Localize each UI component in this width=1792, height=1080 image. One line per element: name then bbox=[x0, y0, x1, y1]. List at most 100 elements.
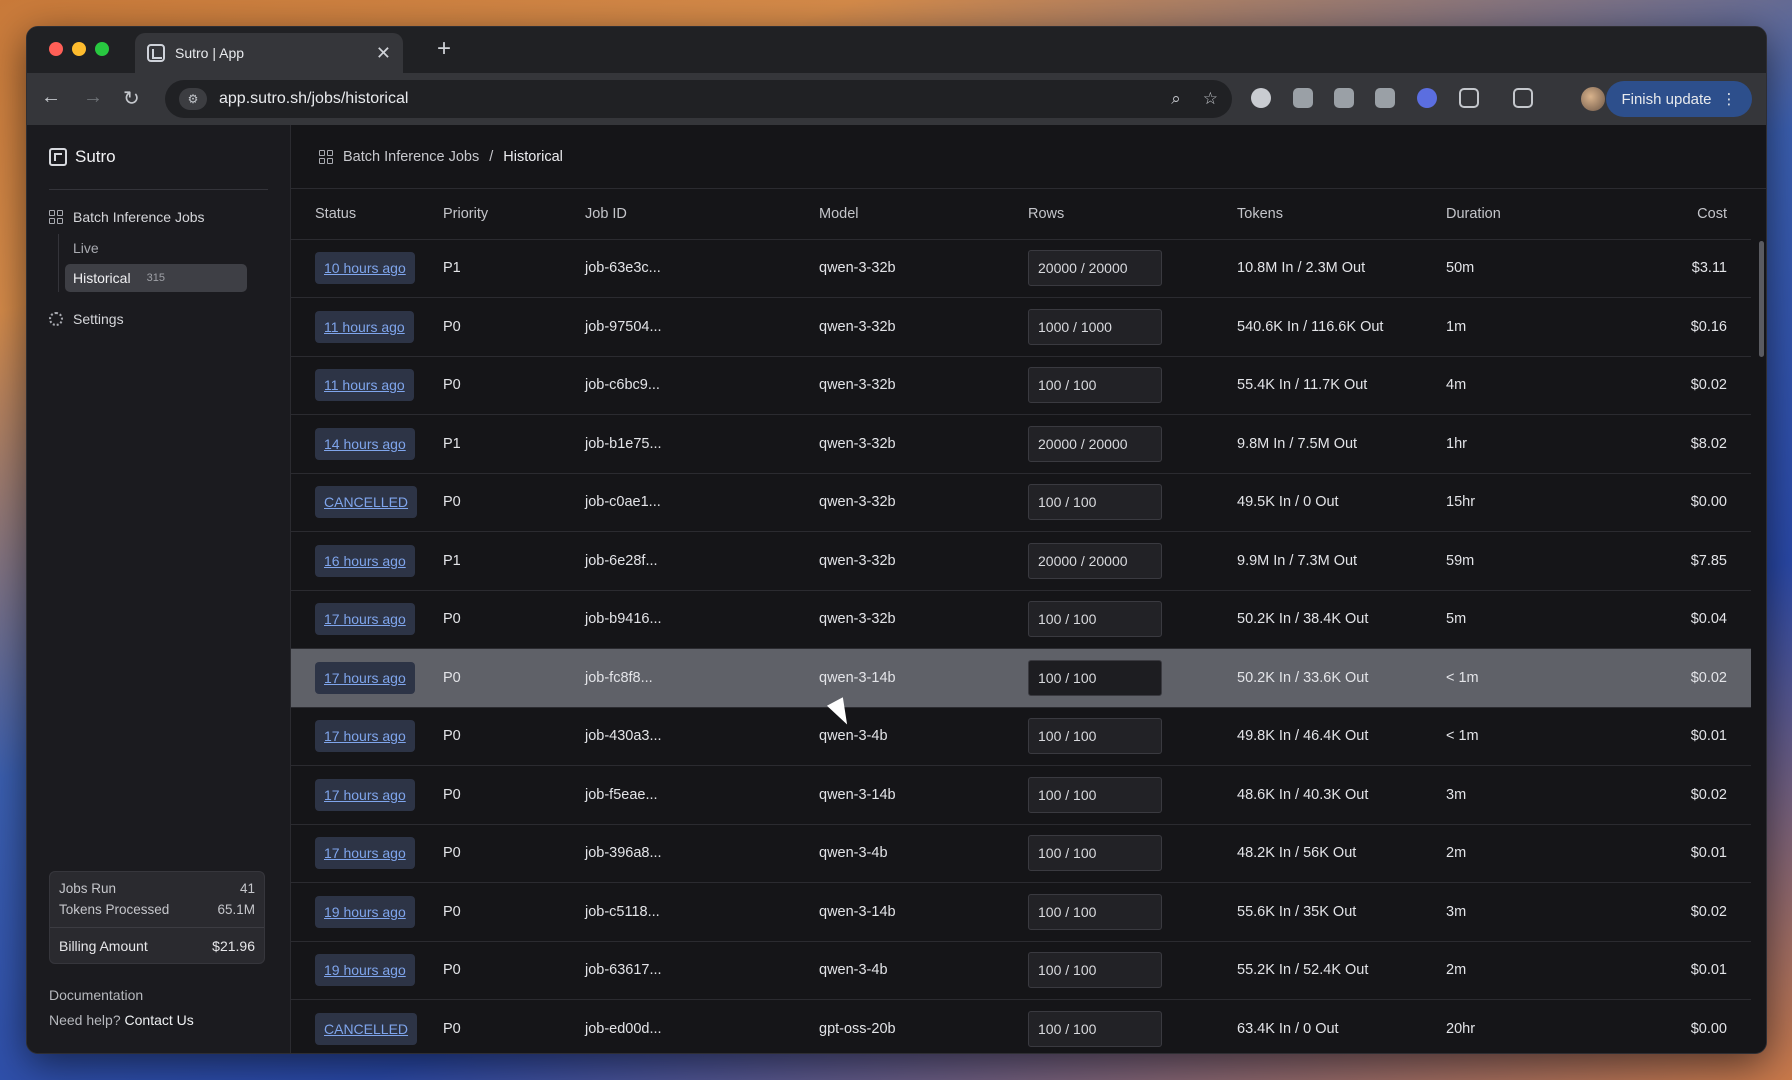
rows-cell: 100 / 100 bbox=[1028, 648, 1237, 708]
close-window-button[interactable] bbox=[49, 42, 63, 56]
puzzle-extensions-icon[interactable] bbox=[1459, 88, 1479, 108]
extension-icon[interactable] bbox=[1251, 88, 1271, 108]
table-row[interactable]: 19 hours ago P0 job-c5118... qwen-3-14b 100 … bbox=[291, 882, 1751, 942]
back-arrow-icon[interactable]: ← bbox=[41, 86, 61, 109]
forward-arrow-icon[interactable]: → bbox=[83, 86, 103, 109]
bookmark-star-icon[interactable]: ☆ bbox=[1203, 89, 1218, 109]
site-info-icon[interactable]: ⚙ bbox=[179, 88, 207, 110]
table-row[interactable]: 10 hours ago P1 job-63e3c... qwen-3-32b 2000… bbox=[291, 239, 1751, 298]
duration-cell: 5m bbox=[1446, 590, 1576, 649]
minimize-window-button[interactable] bbox=[72, 42, 86, 56]
table-row[interactable]: 11 hours ago P0 job-97504... qwen-3-32b 1000… bbox=[291, 297, 1751, 357]
job-id-text: job-b1e75... bbox=[585, 435, 662, 452]
status-link[interactable]: 19 hours ago bbox=[315, 895, 415, 928]
status-link[interactable]: 17 hours ago bbox=[315, 661, 415, 694]
tab-search-icon[interactable] bbox=[1513, 88, 1533, 108]
column-header[interactable]: Job ID bbox=[585, 189, 819, 240]
column-header[interactable]: Tokens bbox=[1237, 189, 1446, 240]
table-scrollbar[interactable] bbox=[1759, 241, 1764, 357]
address-bar[interactable]: ⚙ app.sutro.sh/jobs/historical ⌕ ☆ bbox=[165, 80, 1232, 118]
profile-avatar[interactable] bbox=[1581, 87, 1605, 111]
status-link[interactable]: 16 hours ago bbox=[315, 544, 415, 577]
sidebar-item-live[interactable]: Live bbox=[65, 234, 290, 262]
table-row[interactable]: 17 hours ago P0 job-430a3... qwen-3-4b 100 /… bbox=[291, 707, 1751, 766]
contact-us-link[interactable]: Contact Us bbox=[125, 1012, 194, 1028]
priority-text: P0 bbox=[443, 845, 461, 862]
reload-icon[interactable]: ↻ bbox=[123, 86, 140, 111]
table-row[interactable]: 11 hours ago P0 job-c6bc9... qwen-3-32b 100 … bbox=[291, 356, 1751, 415]
close-tab-icon[interactable]: ✕ bbox=[376, 43, 391, 64]
rows-cell: 100 / 100 bbox=[1028, 882, 1237, 942]
priority-cell: P0 bbox=[443, 648, 585, 708]
table-row[interactable]: CANCELLED P0 job-c0ae1... qwen-3-32b 100 / 1… bbox=[291, 473, 1751, 532]
column-header[interactable]: Rows bbox=[1028, 189, 1237, 240]
column-header[interactable]: Status bbox=[291, 189, 443, 240]
sidebar-divider bbox=[49, 189, 268, 190]
rows-progress-box: 100 / 100 bbox=[1028, 893, 1162, 930]
status-link[interactable]: CANCELLED bbox=[315, 1012, 418, 1045]
column-header[interactable]: Priority bbox=[443, 189, 585, 240]
model-cell: qwen-3-14b bbox=[819, 882, 1028, 942]
table-row[interactable]: 17 hours ago P0 job-b9416... qwen-3-32b 100 … bbox=[291, 590, 1751, 649]
table-row[interactable]: 17 hours ago P0 job-fc8f8... qwen-3-14b 100 … bbox=[291, 648, 1751, 708]
table-row[interactable]: 19 hours ago P0 job-63617... qwen-3-4b 100 /… bbox=[291, 941, 1751, 1000]
extension-icon[interactable] bbox=[1334, 88, 1354, 108]
cost-text: $0.02 bbox=[1690, 903, 1727, 920]
sidebar-item-label: Live bbox=[73, 240, 99, 256]
new-tab-icon[interactable]: + bbox=[437, 35, 451, 63]
stat-billing-amount: Billing Amount $21.96 bbox=[59, 935, 255, 957]
sidebar-item-historical[interactable]: Historical 315 bbox=[65, 264, 247, 292]
extension-icon[interactable] bbox=[1417, 88, 1437, 108]
zoom-icon[interactable]: ⌕ bbox=[1171, 89, 1181, 109]
sidebar-item-settings[interactable]: Settings bbox=[27, 304, 290, 334]
breadcrumb-parent[interactable]: Batch Inference Jobs bbox=[343, 149, 479, 165]
column-header[interactable]: Model bbox=[819, 189, 1028, 240]
status-link[interactable]: 14 hours ago bbox=[315, 427, 415, 460]
duration-cell: 15hr bbox=[1446, 473, 1576, 532]
jobs-table-body: 10 hours ago P1 job-63e3c... qwen-3-32b 2000… bbox=[291, 239, 1751, 1053]
tokens-cell: 540.6K In / 116.6K Out bbox=[1237, 297, 1446, 357]
model-text: qwen-3-32b bbox=[819, 435, 896, 452]
browser-tab[interactable]: Sutro | App ✕ bbox=[135, 33, 403, 73]
priority-cell: P0 bbox=[443, 473, 585, 532]
documentation-link[interactable]: Documentation bbox=[49, 983, 194, 1008]
status-link[interactable]: CANCELLED bbox=[315, 486, 418, 519]
finish-update-button[interactable]: Finish update ⋮ bbox=[1606, 81, 1752, 117]
column-header[interactable]: Duration bbox=[1446, 189, 1576, 240]
table-row[interactable]: 16 hours ago P1 job-6e28f... qwen-3-32b 2000… bbox=[291, 531, 1751, 591]
duration-cell: 50m bbox=[1446, 239, 1576, 298]
model-cell: qwen-3-14b bbox=[819, 765, 1028, 825]
cost-text: $0.00 bbox=[1690, 494, 1727, 511]
status-link[interactable]: 11 hours ago bbox=[315, 369, 414, 402]
status-link[interactable]: 17 hours ago bbox=[315, 720, 415, 753]
priority-cell: P0 bbox=[443, 941, 585, 1000]
column-header[interactable]: Cost bbox=[1576, 189, 1751, 240]
maximize-window-button[interactable] bbox=[95, 42, 109, 56]
breadcrumb-separator: / bbox=[489, 148, 494, 165]
job-id-text: job-f5eae... bbox=[585, 786, 658, 803]
brand[interactable]: Sutro bbox=[27, 125, 290, 189]
job-id-cell: job-6e28f... bbox=[585, 531, 819, 591]
status-link[interactable]: 11 hours ago bbox=[315, 310, 414, 343]
table-row[interactable]: 14 hours ago P1 job-b1e75... qwen-3-32b 2000… bbox=[291, 414, 1751, 474]
sidebar-item-batch-jobs[interactable]: Batch Inference Jobs bbox=[27, 202, 290, 232]
stat-tokens-processed: Tokens Processed 65.1M bbox=[59, 899, 255, 920]
table-row[interactable]: 17 hours ago P0 job-f5eae... qwen-3-14b 100 … bbox=[291, 765, 1751, 825]
status-link[interactable]: 10 hours ago bbox=[315, 252, 415, 285]
priority-text: P0 bbox=[443, 962, 461, 979]
table-row[interactable]: CANCELLED P0 job-ed00d... gpt-oss-20b 100 / … bbox=[291, 999, 1751, 1053]
cost-text: $0.02 bbox=[1690, 377, 1727, 394]
table-row[interactable]: 17 hours ago P0 job-396a8... qwen-3-4b 100 /… bbox=[291, 824, 1751, 883]
rows-progress-box: 20000 / 20000 bbox=[1028, 250, 1162, 287]
status-link[interactable]: 17 hours ago bbox=[315, 778, 415, 811]
camera-extension-icon[interactable] bbox=[1293, 88, 1313, 108]
sutro-logo-icon bbox=[49, 148, 67, 166]
priority-text: P0 bbox=[443, 377, 461, 394]
status-link[interactable]: 17 hours ago bbox=[315, 837, 415, 870]
tag-extension-icon[interactable] bbox=[1375, 88, 1395, 108]
status-link[interactable]: 19 hours ago bbox=[315, 954, 415, 987]
model-cell: qwen-3-32b bbox=[819, 356, 1028, 415]
cost-cell: $0.01 bbox=[1576, 941, 1751, 1000]
status-link[interactable]: 17 hours ago bbox=[315, 603, 415, 636]
duration-cell: 1m bbox=[1446, 297, 1576, 357]
